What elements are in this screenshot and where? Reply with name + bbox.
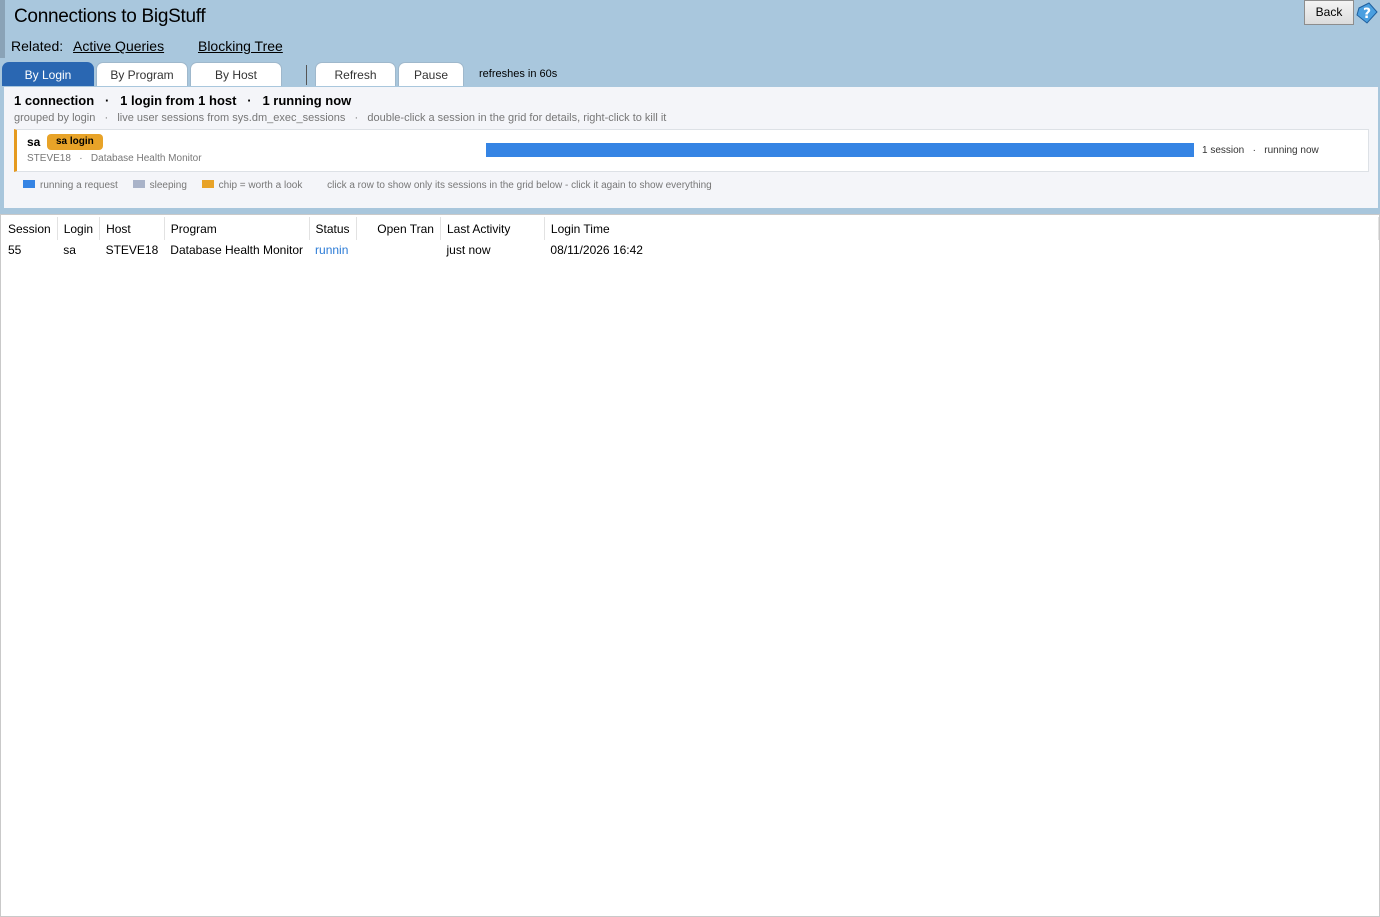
session-bar bbox=[486, 143, 1194, 157]
legend-chip: chip = worth a look bbox=[201, 180, 303, 191]
legend-sleeping: sleeping bbox=[132, 180, 187, 191]
legend-running: running a request bbox=[23, 180, 118, 191]
legend-sleeping-label: sleeping bbox=[149, 180, 187, 191]
legend: running a request sleeping chip = worth … bbox=[23, 180, 712, 191]
card-login-name: sa bbox=[27, 135, 41, 149]
table-row[interactable]: 55 sa STEVE18 Database Health Monitor ru… bbox=[2, 240, 1379, 260]
header-accent-bar bbox=[0, 0, 5, 58]
col-login[interactable]: Login bbox=[57, 217, 101, 240]
cell-open-tran bbox=[356, 240, 440, 260]
cell-status: runnin bbox=[315, 243, 349, 257]
cell-login: sa bbox=[63, 243, 76, 257]
refresh-countdown: refreshes in 60s bbox=[479, 68, 558, 80]
related-links: Related: Active Queries Blocking Tree bbox=[11, 38, 283, 54]
running-swatch bbox=[23, 180, 35, 189]
cell-program: Database Health Monitor bbox=[170, 243, 304, 257]
summary-title: 1 connection · 1 login from 1 host · 1 r… bbox=[14, 93, 352, 108]
col-login-time[interactable]: Login Time bbox=[544, 217, 1380, 240]
col-open-tran[interactable]: Open Tran bbox=[356, 217, 441, 240]
summary-subtitle: grouped by login · live user sessions fr… bbox=[14, 112, 667, 124]
refresh-button[interactable]: Refresh bbox=[315, 62, 396, 86]
chip-swatch bbox=[201, 180, 214, 189]
pause-button[interactable]: Pause bbox=[398, 62, 464, 86]
tab-by-program[interactable]: By Program bbox=[96, 62, 188, 86]
grid-header-row: Session Login Host Program Status Open T… bbox=[2, 217, 1380, 240]
cell-last-activity: just now bbox=[446, 243, 491, 257]
col-host[interactable]: Host bbox=[99, 217, 165, 240]
cell-login-time: 08/11/2026 16:42 bbox=[550, 243, 643, 257]
tab-by-host[interactable]: By Host bbox=[190, 62, 282, 86]
tab-by-login[interactable]: By Login bbox=[2, 62, 94, 86]
summary-panel: 1 connection · 1 login from 1 host · 1 r… bbox=[4, 87, 1378, 208]
help-icon[interactable]: ? bbox=[1355, 1, 1379, 25]
card-session-count: 1 session · running now bbox=[1202, 145, 1319, 156]
header-band: Connections to BigStuff Related: Active … bbox=[0, 0, 1380, 88]
sleeping-swatch bbox=[132, 180, 145, 189]
card-host-program: STEVE18 · Database Health Monitor bbox=[27, 153, 202, 164]
sessions-grid[interactable]: Session Login Host Program Status Open T… bbox=[0, 214, 1380, 917]
col-status[interactable]: Status bbox=[309, 217, 357, 240]
svg-text:?: ? bbox=[1363, 6, 1371, 22]
blocking-tree-link[interactable]: Blocking Tree bbox=[198, 38, 283, 54]
cell-session: 55 bbox=[8, 243, 22, 257]
col-program[interactable]: Program bbox=[164, 217, 310, 240]
col-session[interactable]: Session bbox=[2, 217, 58, 240]
col-last-activity[interactable]: Last Activity bbox=[440, 217, 545, 240]
page-title: Connections to BigStuff bbox=[14, 6, 206, 27]
related-label: Related: bbox=[11, 38, 64, 54]
login-card-sa[interactable]: sa sa login STEVE18 · Database Health Mo… bbox=[14, 129, 1369, 172]
active-queries-link[interactable]: Active Queries bbox=[73, 38, 164, 54]
legend-hint: click a row to show only its sessions in… bbox=[327, 180, 712, 191]
legend-chip-label: chip = worth a look bbox=[218, 180, 303, 191]
toolbar-separator bbox=[306, 65, 307, 85]
legend-running-label: running a request bbox=[40, 180, 118, 191]
cell-host: STEVE18 bbox=[105, 243, 159, 257]
back-button[interactable]: Back bbox=[1304, 0, 1354, 25]
login-chip[interactable]: sa login bbox=[47, 134, 103, 150]
